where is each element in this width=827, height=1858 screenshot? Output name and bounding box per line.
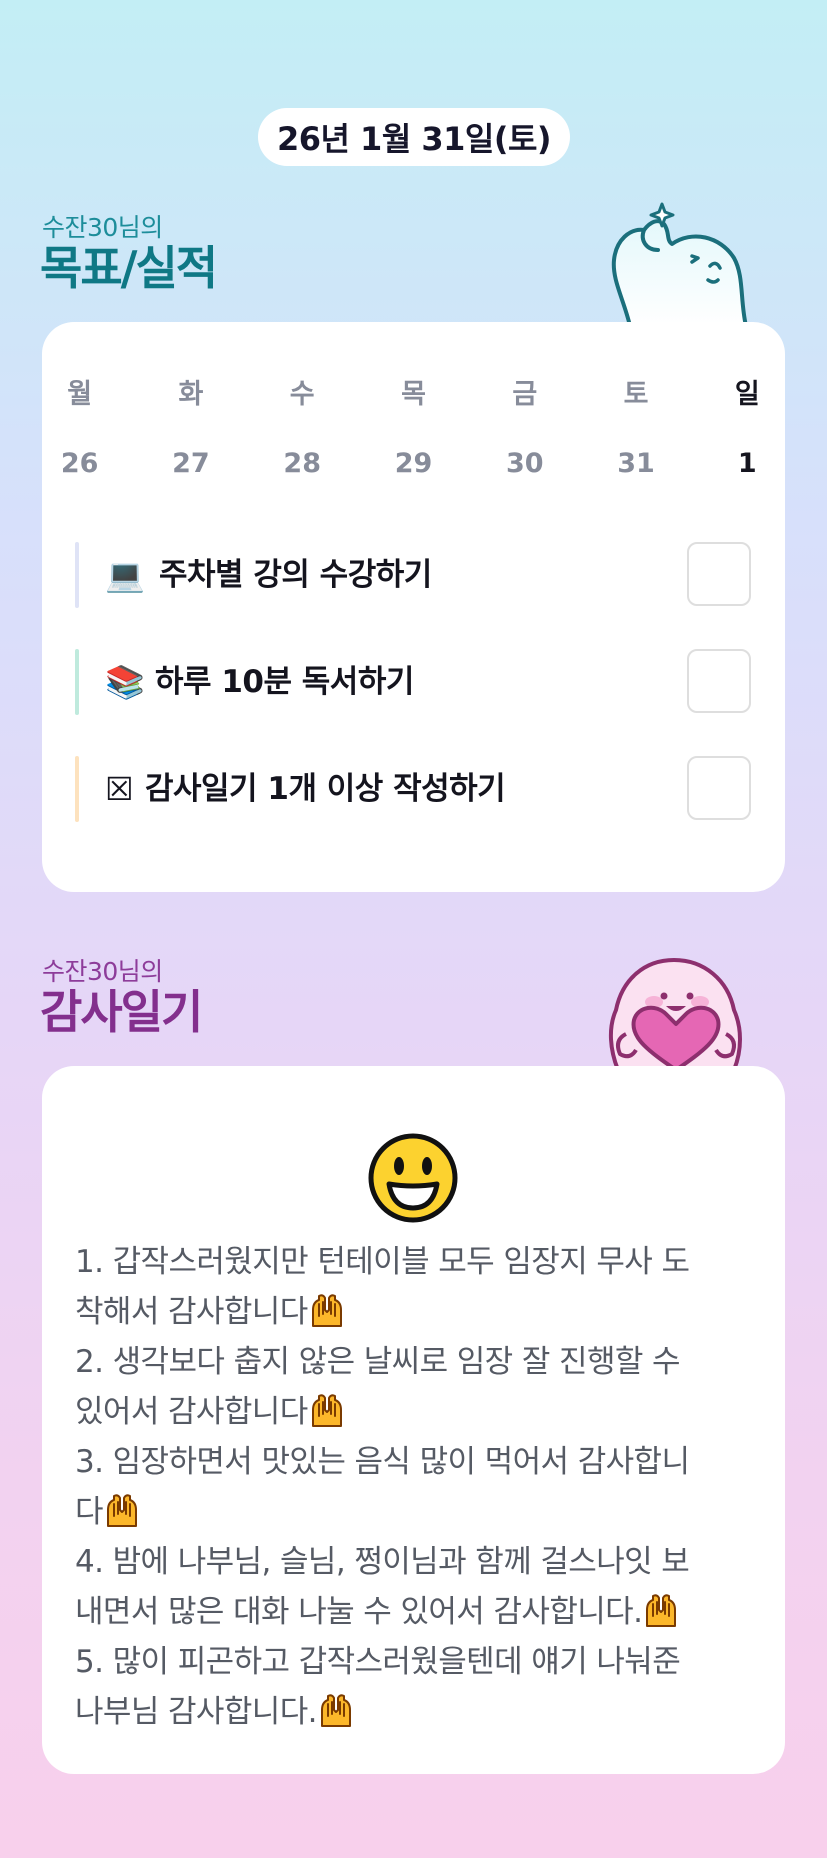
diary-section-title: 감사일기 bbox=[40, 985, 203, 1039]
goal-checkbox[interactable] bbox=[687, 649, 751, 713]
goal-accent-bar bbox=[75, 649, 79, 715]
date-pill: 26년 1월 31일(토) bbox=[258, 108, 570, 166]
goal-checkbox[interactable] bbox=[687, 756, 751, 820]
checkbox-x-icon: ☒ bbox=[105, 770, 134, 808]
date-30[interactable]: 30 bbox=[469, 448, 580, 479]
weekday-fri[interactable]: 금 bbox=[469, 372, 580, 411]
raising-hands-icon bbox=[311, 1294, 342, 1327]
raising-hands-icon bbox=[311, 1394, 342, 1427]
grinning-face-icon bbox=[368, 1133, 458, 1223]
goal-checkbox[interactable] bbox=[687, 542, 751, 606]
books-icon: 📚 bbox=[105, 663, 145, 701]
raising-hands-icon bbox=[320, 1694, 351, 1727]
goal-item-lecture: 💻 주차별 강의 수강하기 bbox=[75, 542, 755, 608]
date-28[interactable]: 28 bbox=[247, 448, 358, 479]
date-label: 26년 1월 31일(토) bbox=[276, 120, 552, 158]
diary-line: 1. 갑작스러웠지만 턴테이블 모두 임장지 무사 도 bbox=[75, 1244, 690, 1280]
goals-section-title: 목표/실적 bbox=[40, 241, 218, 295]
goal-label: 주차별 강의 수강하기 bbox=[159, 557, 432, 593]
raising-hands-icon bbox=[646, 1594, 677, 1627]
diary-line: 3. 임장하면서 맛있는 음식 많이 먹어서 감사합니 bbox=[75, 1444, 690, 1480]
goal-accent-bar bbox=[75, 542, 79, 608]
goal-label: 하루 10분 독서하기 bbox=[155, 664, 414, 700]
date-31[interactable]: 31 bbox=[580, 448, 691, 479]
diary-line: 나부님 감사합니다. bbox=[75, 1692, 354, 1732]
diary-line: 5. 많이 피곤하고 갑작스러웠을텐데 얘기 나눠준 bbox=[75, 1644, 681, 1680]
laptop-icon: 💻 bbox=[105, 556, 145, 594]
weekday-thu[interactable]: 목 bbox=[358, 372, 469, 411]
weekday-wed[interactable]: 수 bbox=[247, 372, 358, 411]
date-1[interactable]: 1 bbox=[692, 448, 803, 479]
goal-item-gratitude: ☒ 감사일기 1개 이상 작성하기 bbox=[75, 756, 755, 822]
date-number-row: 26 27 28 29 30 31 1 bbox=[0, 448, 827, 479]
diary-line: 다 bbox=[75, 1492, 140, 1532]
weekday-tue[interactable]: 화 bbox=[135, 372, 246, 411]
diary-line: 착해서 감사합니다 bbox=[75, 1292, 345, 1332]
ghost-mascot-illustration bbox=[611, 202, 748, 326]
raising-hands-icon bbox=[106, 1494, 137, 1527]
goal-label: 감사일기 1개 이상 작성하기 bbox=[145, 771, 506, 807]
heart-mascot-illustration bbox=[609, 958, 742, 1070]
date-29[interactable]: 29 bbox=[358, 448, 469, 479]
date-26[interactable]: 26 bbox=[24, 448, 135, 479]
diary-line: 2. 생각보다 춥지 않은 날씨로 임장 잘 진행할 수 bbox=[75, 1344, 681, 1380]
goal-item-reading: 📚 하루 10분 독서하기 bbox=[75, 649, 755, 715]
weekday-sat[interactable]: 토 bbox=[580, 372, 691, 411]
goal-accent-bar bbox=[75, 756, 79, 822]
weekday-sun[interactable]: 일 bbox=[692, 372, 803, 411]
diary-line: 내면서 많은 대화 나눌 수 있어서 감사합니다. bbox=[75, 1592, 679, 1632]
diary-line: 4. 밤에 나부님, 슬님, 쩡이님과 함께 걸스나잇 보 bbox=[75, 1544, 690, 1580]
weekday-header-row: 월 화 수 목 금 토 일 bbox=[0, 372, 827, 411]
weekday-mon[interactable]: 월 bbox=[24, 372, 135, 411]
date-27[interactable]: 27 bbox=[135, 448, 246, 479]
diary-line: 있어서 감사합니다 bbox=[75, 1392, 345, 1432]
